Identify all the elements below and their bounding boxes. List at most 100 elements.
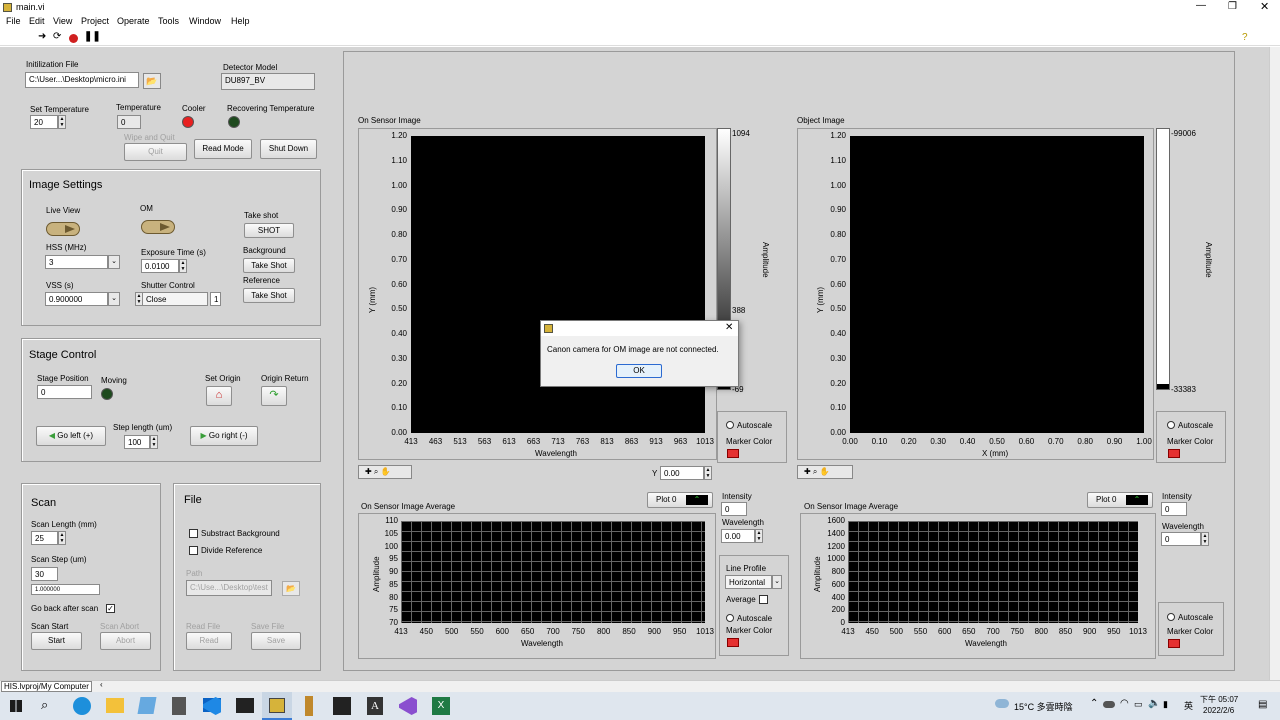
battery-icon[interactable]: ▮ [1163,699,1168,710]
avg2-wave-input[interactable]: 0 [1161,532,1201,546]
avg1-marker-swatch[interactable] [727,638,739,647]
init-file-path[interactable]: C:\User...\Desktop\micro.ini [25,72,139,88]
menu-view[interactable]: View [53,16,72,26]
minimize-icon[interactable]: — [1196,0,1206,11]
run-arrow-icon[interactable]: ➜ [38,31,46,42]
explorer-icon[interactable] [106,698,124,713]
recovering-label: Recovering Temperature [227,104,315,113]
reference-take-shot-button[interactable]: Take Shot [243,288,295,303]
subtract-checkbox[interactable] [189,529,198,538]
object-graph-palette[interactable]: ✚ ⌕ ✋ [797,465,853,479]
run-continuously-icon[interactable]: ⟳ [53,31,61,42]
read-mode-button[interactable]: Read Mode [194,139,252,159]
abort-button[interactable]: Abort [100,632,151,650]
bottle-icon[interactable] [305,696,313,716]
set-origin-button[interactable]: ⌂ [206,386,232,406]
pause-icon[interactable]: ❚❚ [84,31,101,42]
shut-down-button[interactable]: Shut Down [260,139,317,159]
menu-edit[interactable]: Edit [29,16,45,26]
wifi-icon[interactable]: ◠ [1120,698,1129,709]
y-input[interactable]: 0.00 [660,466,704,480]
start-button[interactable]: Start [31,632,82,650]
y-spinner[interactable]: ▲ ▼ [704,466,712,480]
scan-step-input[interactable]: 30 [31,567,58,581]
scan-length-input[interactable]: 25 [31,531,58,545]
menu-project[interactable]: Project [81,16,109,26]
ok-button[interactable]: OK [616,364,662,378]
dialog-close-icon[interactable]: ✕ [725,322,733,333]
avg2-wave-spinner[interactable]: ▲ ▼ [1201,532,1209,546]
pen-app-icon[interactable] [137,697,157,714]
scan-length-spinner[interactable]: ▲ ▼ [58,531,66,545]
path-input[interactable]: C:\Use...\Desktop\test [186,580,272,596]
terminal-icon[interactable] [236,698,254,713]
folder-browse-icon[interactable]: 📂 [143,73,161,89]
vss-dropdown-icon[interactable]: ⌄ [108,292,120,306]
avg1-plot-legend[interactable]: Plot 0 ⌃ [647,492,713,508]
vertical-scrollbar[interactable] [1269,47,1280,680]
editor-icon[interactable] [333,697,351,715]
close-icon[interactable]: ✕ [1260,0,1269,13]
calculator-icon[interactable] [172,697,186,715]
menu-file[interactable]: File [6,16,21,26]
sensor-graph-palette[interactable]: ✚ ⌕ ✋ [358,465,412,479]
maximize-icon[interactable]: ❐ [1228,1,1237,12]
font-app-icon[interactable]: A [367,697,383,715]
divide-checkbox[interactable] [189,546,198,555]
hss-select[interactable]: 3 [45,255,108,269]
go-right-button[interactable]: ▶ Go right (-) [190,426,258,446]
menu-window[interactable]: Window [189,16,221,26]
read-button[interactable]: Read [186,632,232,650]
notification-icon[interactable]: ▤ [1258,699,1267,710]
search-icon[interactable]: ⌕ [41,697,48,713]
start-windows-icon[interactable] [10,700,22,712]
exposure-input[interactable]: 0.0100 [141,259,179,273]
avg1-autoscale-radio[interactable] [726,614,734,622]
object-marker-swatch[interactable] [1168,449,1180,458]
ime-indicator[interactable]: 英 [1184,699,1193,712]
tray-chevron-icon[interactable]: ⌃ [1090,698,1098,709]
avg2-plot-legend[interactable]: Plot 0 ⌃ [1087,492,1153,508]
object-image-xtick: 0.10 [871,437,888,446]
live-view-toggle[interactable] [46,222,80,236]
origin-return-button[interactable]: ↷ [261,386,287,406]
scroll-left-icon[interactable]: ‹ [100,680,103,689]
go-back-checkbox[interactable]: ✓ [106,604,115,613]
step-length-spinner[interactable]: ▲ ▼ [150,435,158,449]
set-temp-input[interactable]: 20 [30,115,58,129]
avg1-wave-spinner[interactable]: ▲ ▼ [755,529,763,543]
quit-button[interactable]: Quit [124,143,187,161]
exposure-spinner[interactable]: ▲ ▼ [179,259,187,273]
om-toggle[interactable] [141,220,175,234]
sensor-autoscale-radio[interactable] [726,421,734,429]
set-temp-spinner[interactable]: ▲ ▼ [58,115,66,129]
shot-button[interactable]: SHOT [244,223,294,238]
volume-icon[interactable]: 🔈 [1148,698,1160,709]
avg1-wave-input[interactable]: 0.00 [721,529,755,543]
help-icon[interactable]: ? [1242,32,1248,43]
edge-icon[interactable] [73,697,91,715]
hss-dropdown-icon[interactable]: ⌄ [108,255,120,269]
sensor-marker-swatch[interactable] [727,449,739,458]
menu-operate[interactable]: Operate [117,16,150,26]
onedrive-icon[interactable] [1103,701,1115,708]
save-button[interactable]: Save [251,632,301,650]
step-length-input[interactable]: 100 [124,435,150,449]
menu-help[interactable]: Help [231,16,250,26]
menu-tools[interactable]: Tools [158,16,179,26]
avg2-marker-swatch[interactable] [1168,639,1180,648]
go-left-button[interactable]: ◀ Go left (+) [36,426,106,446]
shutter-select[interactable]: Close [142,292,208,306]
vss-select[interactable]: 0.900000 [45,292,108,306]
excel-icon[interactable]: X [432,697,450,715]
visual-studio-icon[interactable] [399,697,417,715]
line-profile-select[interactable]: Horizontal [725,575,772,589]
avg2-autoscale-radio[interactable] [1167,613,1175,621]
average-checkbox[interactable] [759,595,768,604]
abort-icon[interactable] [69,34,78,43]
line-profile-dropdown-icon[interactable]: ⌄ [772,575,782,589]
object-autoscale-radio[interactable] [1167,421,1175,429]
path-browse-icon[interactable]: 📂 [282,581,300,596]
network-icon[interactable]: ▭ [1134,699,1143,710]
background-take-shot-button[interactable]: Take Shot [243,258,295,273]
